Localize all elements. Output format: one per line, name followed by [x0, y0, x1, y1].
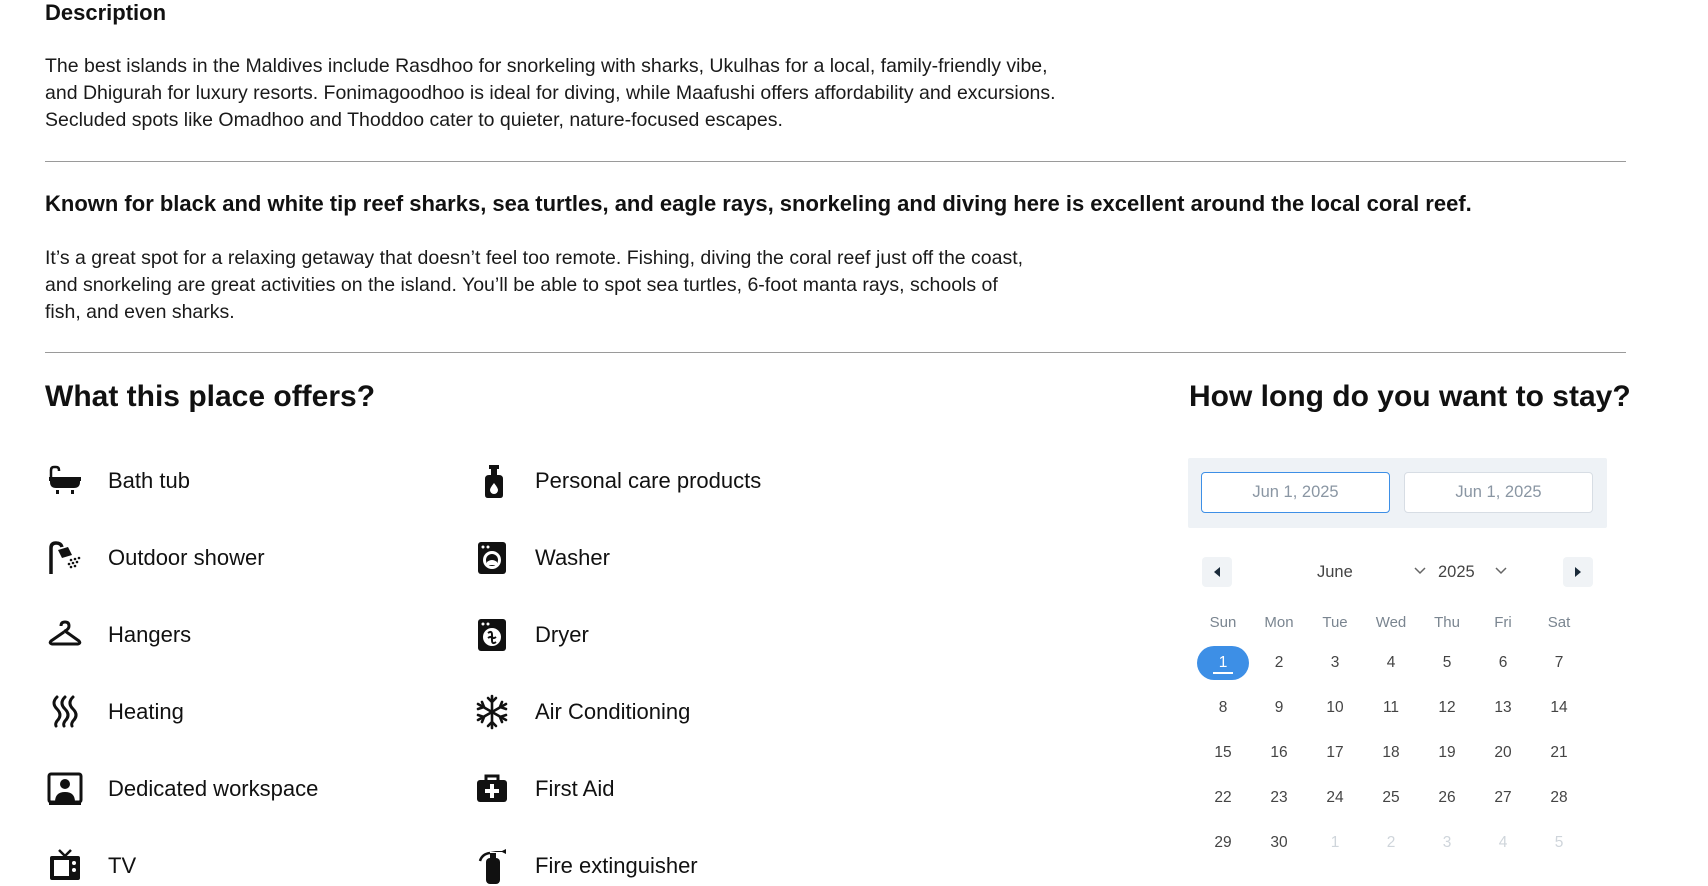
amenity-label: Fire extinguisher — [535, 853, 698, 878]
calendar-day[interactable]: 4 — [1365, 646, 1417, 680]
amenity-fire-extinguisher: Fire extinguisher — [472, 846, 698, 886]
amenity-first-aid: First Aid — [472, 769, 614, 809]
calendar-day-outside-month[interactable]: 1 — [1309, 826, 1361, 860]
caret-left-icon — [1214, 567, 1220, 577]
previous-month-button[interactable] — [1202, 557, 1232, 587]
divider — [45, 352, 1626, 353]
weekday-label: Sat — [1547, 614, 1571, 631]
calendar-day[interactable]: 28 — [1533, 781, 1585, 815]
amenity-personal-care: Personal care products — [472, 461, 761, 501]
bathtub-icon — [45, 461, 85, 501]
calendar-day[interactable]: 9 — [1253, 691, 1305, 725]
amenity-dedicated-workspace: Dedicated workspace — [45, 769, 318, 809]
calendar-day[interactable]: 26 — [1421, 781, 1473, 815]
calendar-day[interactable]: 23 — [1253, 781, 1305, 815]
amenity-outdoor-shower: Outdoor shower — [45, 538, 265, 578]
calendar-day[interactable]: 15 — [1197, 736, 1249, 770]
hanger-icon — [45, 615, 85, 655]
calendar-day[interactable]: 16 — [1253, 736, 1305, 770]
weekday-label: Sun — [1209, 614, 1237, 631]
calendar-day-outside-month[interactable]: 3 — [1421, 826, 1473, 860]
calendar-day[interactable]: 20 — [1477, 736, 1529, 770]
month-select-value: June — [1317, 562, 1353, 581]
amenity-label: Personal care products — [535, 468, 762, 493]
calendar-day-outside-month[interactable]: 4 — [1477, 826, 1529, 860]
amenity-label: Washer — [535, 545, 610, 570]
caret-right-icon — [1575, 567, 1581, 577]
calendar-day[interactable]: 30 — [1253, 826, 1305, 860]
calendar-day[interactable]: 7 — [1533, 646, 1585, 680]
calendar-day[interactable]: 18 — [1365, 736, 1417, 770]
chevron-down-icon — [1495, 567, 1507, 575]
calendar-day[interactable]: 11 — [1365, 691, 1417, 725]
soap-bottle-icon — [472, 461, 512, 501]
calendar-day[interactable]: 24 — [1309, 781, 1361, 815]
calendar-day[interactable]: 5 — [1421, 646, 1473, 680]
calendar-day[interactable]: 22 — [1197, 781, 1249, 815]
calendar-day-outside-month[interactable]: 5 — [1533, 826, 1585, 860]
amenity-heating: Heating — [45, 692, 184, 732]
amenity-label: Outdoor shower — [108, 545, 265, 570]
shower-icon — [45, 538, 85, 578]
amenity-label: Dryer — [535, 622, 589, 647]
tv-icon — [45, 846, 85, 886]
chevron-down-icon — [1414, 567, 1426, 575]
weekday-label: Tue — [1322, 614, 1348, 631]
stay-title: How long do you want to stay? — [1189, 380, 1631, 413]
amenity-dryer: Dryer — [472, 615, 589, 655]
end-date-input[interactable] — [1404, 472, 1593, 513]
start-date-input[interactable] — [1201, 472, 1390, 513]
description-text: The best islands in the Maldives include… — [45, 55, 1056, 131]
amenity-label: Hangers — [108, 622, 192, 647]
highlight-title: Known for black and white tip reef shark… — [45, 191, 1472, 216]
calendar-day[interactable]: 21 — [1533, 736, 1585, 770]
calendar-day[interactable]: 3 — [1309, 646, 1361, 680]
offers-title: What this place offers? — [45, 380, 376, 413]
calendar-day[interactable]: 12 — [1421, 691, 1473, 725]
calendar-day[interactable]: 19 — [1421, 736, 1473, 770]
next-month-button[interactable] — [1563, 557, 1593, 587]
weekday-label: Wed — [1375, 614, 1407, 631]
month-select[interactable]: June — [1317, 560, 1427, 584]
amenity-air-conditioning: Air Conditioning — [472, 692, 690, 732]
weekday-label: Mon — [1264, 614, 1294, 631]
calendar-day[interactable]: 8 — [1197, 691, 1249, 725]
amenity-label: Air Conditioning — [535, 699, 691, 724]
amenity-label: First Aid — [535, 776, 615, 801]
calendar-day[interactable]: 13 — [1477, 691, 1529, 725]
amenity-washer: Washer — [472, 538, 610, 578]
workspace-icon — [45, 769, 85, 809]
calendar-day-outside-month[interactable]: 2 — [1365, 826, 1417, 860]
washer-icon — [472, 538, 512, 578]
calendar-day[interactable]: 2 — [1253, 646, 1305, 680]
fire-extinguisher-icon — [472, 846, 512, 886]
calendar-day[interactable]: 29 — [1197, 826, 1249, 860]
weekday-label: Fri — [1494, 614, 1512, 631]
amenity-label: Dedicated workspace — [108, 776, 319, 801]
amenity-bath-tub: Bath tub — [45, 461, 190, 501]
amenity-hangers: Hangers — [45, 615, 191, 655]
year-select[interactable]: 2025 — [1438, 560, 1508, 584]
snowflake-icon — [472, 692, 512, 732]
amenity-tv: TV — [45, 846, 136, 886]
divider — [45, 161, 1626, 162]
weekday-label: Thu — [1434, 614, 1460, 631]
heating-icon — [45, 692, 85, 732]
dryer-icon — [472, 615, 512, 655]
amenity-label: TV — [108, 853, 137, 878]
calendar-day[interactable]: 10 — [1309, 691, 1361, 725]
calendar-day[interactable]: 27 — [1477, 781, 1529, 815]
calendar-day[interactable]: 17 — [1309, 736, 1361, 770]
first-aid-icon — [472, 769, 512, 809]
calendar-day[interactable]: 25 — [1365, 781, 1417, 815]
year-select-value: 2025 — [1438, 562, 1475, 581]
calendar-day[interactable]: 6 — [1477, 646, 1529, 680]
highlight-text: It’s a great spot for a relaxing getaway… — [45, 247, 1024, 323]
amenity-label: Bath tub — [108, 468, 190, 493]
amenity-label: Heating — [108, 699, 184, 724]
calendar-day-selected[interactable]: 1 — [1197, 646, 1249, 680]
calendar-day[interactable]: 14 — [1533, 691, 1585, 725]
description-heading: Description — [45, 0, 167, 25]
